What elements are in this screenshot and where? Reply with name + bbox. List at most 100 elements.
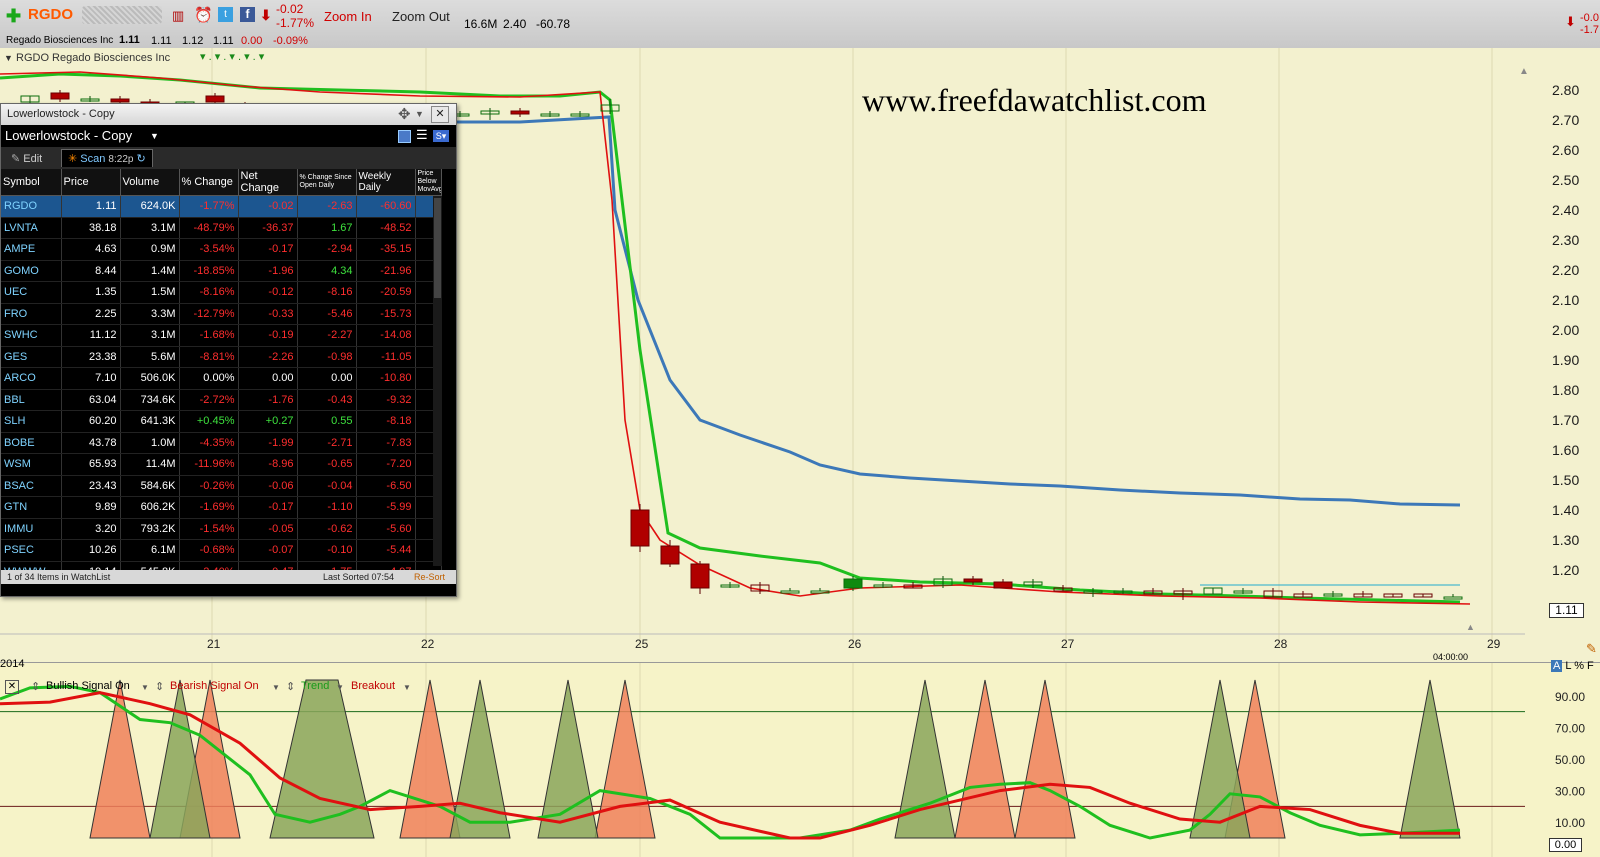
cell-price: 63.04: [61, 389, 121, 411]
watchlist-dropdown-icon[interactable]: ▼: [150, 131, 159, 141]
table-row[interactable]: LVNTA 38.18 3.1M -48.79% -36.37 1.67 -48.52: [1, 217, 442, 239]
refresh-icon[interactable]: ↻: [137, 153, 146, 165]
bearish-dropdown-icon[interactable]: ▼: [272, 683, 280, 692]
column-header-price[interactable]: Price: [61, 169, 121, 196]
facebook-icon[interactable]: f: [240, 7, 255, 22]
axis-mode-l[interactable]: L: [1565, 660, 1571, 672]
table-row[interactable]: WSM 65.93 11.4M -11.96% -8.96 -0.65 -7.20: [1, 453, 442, 476]
candle: [963, 578, 983, 583]
table-row[interactable]: SLH 60.20 641.3K +0.45% +0.27 0.55 -8.18: [1, 410, 442, 433]
axis-mode-a[interactable]: A: [1551, 660, 1563, 672]
table-row[interactable]: UEC 1.35 1.5M -8.16% -0.12 -8.16 -20.59: [1, 281, 442, 304]
cell-price: 4.63: [61, 238, 121, 261]
table-row[interactable]: GTN 9.89 606.2K -1.69% -0.17 -1.10 -5.99: [1, 496, 442, 519]
column-header-volume[interactable]: Volume: [120, 169, 180, 196]
table-row[interactable]: GES 23.38 5.6M -8.81% -2.26 -0.98 -11.05: [1, 346, 442, 368]
table-row[interactable]: AMPE 4.63 0.9M -3.54% -0.17 -2.94 -35.15: [1, 238, 442, 261]
indicator-pane: [0, 663, 1600, 857]
table-row[interactable]: GOMO 8.44 1.4M -18.85% -1.96 4.34 -21.96: [1, 260, 442, 282]
table-row[interactable]: IMMU 3.20 793.2K -1.54% -0.05 -0.62 -5.60: [1, 518, 442, 540]
axis-scroll-up-icon: ▲: [1519, 66, 1529, 77]
zoom-in-button[interactable]: Zoom In: [324, 9, 372, 24]
table-scrollbar[interactable]: [433, 196, 442, 566]
trend-move-icon[interactable]: ⇕: [286, 680, 295, 693]
symbol-input[interactable]: RGDO: [28, 6, 73, 23]
bullish-move-icon[interactable]: ⇕: [31, 680, 40, 693]
cell-net-change: +0.27: [238, 410, 298, 433]
cell-volume: 1.4M: [120, 260, 180, 282]
scan-icon: ✳: [68, 153, 78, 165]
table-row[interactable]: BOBE 43.78 1.0M -4.35% -1.99 -2.71 -7.83: [1, 432, 442, 454]
bullish-signal-label[interactable]: Bullish Signal On: [46, 680, 130, 692]
column-header-pct-change[interactable]: % Change: [179, 169, 239, 196]
tab-edit[interactable]: ✎ Edit: [5, 150, 48, 167]
legend-dots: ▾ . ▾ . ▾ . ▾ . ▾: [200, 51, 265, 63]
twitter-icon[interactable]: t: [218, 7, 233, 22]
watchlist-name[interactable]: Lowerlowstock - Copy: [5, 128, 132, 143]
column-header-weekly[interactable]: Weekly Daily: [356, 169, 416, 196]
breakout-label[interactable]: Breakout: [351, 680, 395, 692]
price-tick-label: 2.80: [1552, 82, 1579, 98]
cell-pct-change: -1.69%: [179, 496, 239, 519]
close-indicator-icon[interactable]: ✕: [5, 680, 19, 694]
cell-net-change: -0.02: [238, 195, 298, 218]
cell-pct-change: -0.68%: [179, 539, 239, 562]
pencil-icon[interactable]: ✎: [1586, 641, 1597, 657]
bearish-move-icon[interactable]: ⇕: [155, 680, 164, 693]
scan-settings-icon[interactable]: S▾: [433, 130, 449, 142]
resort-button[interactable]: Re-Sort: [414, 572, 445, 582]
cell-weekly: -15.73: [356, 303, 416, 325]
window-title: Lowerlowstock - Copy: [7, 108, 115, 120]
cell-volume: 11.4M: [120, 453, 180, 476]
column-header-symbol[interactable]: Symbol: [1, 169, 62, 196]
save-icon[interactable]: [398, 130, 411, 143]
alarm-clock-icon[interactable]: ⏰: [194, 6, 213, 24]
cell-symbol: ARCO: [1, 367, 62, 390]
axis-mode-pct[interactable]: %: [1574, 660, 1584, 672]
tab-scan[interactable]: ✳ Scan 8:22p ↻: [61, 149, 153, 167]
zoom-out-button[interactable]: Zoom Out: [392, 9, 450, 24]
indicator-tick-label: 50.00: [1555, 753, 1585, 767]
table-row[interactable]: BSAC 23.43 584.6K -0.26% -0.06 -0.04 -6.50: [1, 475, 442, 497]
table-row[interactable]: FRO 2.25 3.3M -12.79% -0.33 -5.46 -15.73: [1, 303, 442, 325]
cell-volume: 624.0K: [120, 195, 180, 218]
bullish-dropdown-icon[interactable]: ▼: [141, 683, 149, 692]
candle: [510, 110, 530, 115]
breakout-dropdown-icon[interactable]: ▼: [403, 683, 411, 692]
close-icon[interactable]: ✕: [431, 106, 449, 123]
axis-mode-f[interactable]: F: [1587, 660, 1594, 672]
chart-legend[interactable]: RGDO Regado Biosciences Inc: [16, 52, 170, 64]
watchlist-titlebar[interactable]: Lowerlowstock - Copy ✥ ▼ ✕: [1, 104, 456, 125]
cell-volume: 6.1M: [120, 539, 180, 562]
date-tick-label: 29: [1487, 637, 1501, 651]
table-row[interactable]: ARCO 7.10 506.0K 0.00% 0.00 0.00 -10.80: [1, 367, 442, 390]
table-row[interactable]: BBL 63.04 734.6K -2.72% -1.76 -0.43 -9.32: [1, 389, 442, 411]
trend-dropdown-icon[interactable]: ▼: [336, 683, 344, 692]
tab-scan-label: Scan: [80, 153, 106, 165]
company-name: Regado Biosciences Inc: [6, 35, 114, 46]
dropdown-icon[interactable]: ▼: [415, 109, 424, 119]
price-tick-label: 2.00: [1552, 322, 1579, 338]
cell-symbol: UEC: [1, 281, 62, 304]
cell-pct-change: -1.54%: [179, 518, 239, 540]
table-row[interactable]: PSEC 10.26 6.1M -0.68% -0.07 -0.10 -5.44: [1, 539, 442, 562]
move-icon[interactable]: ✥: [398, 105, 411, 123]
column-header-price-below[interactable]: Price Below MovAvg: [415, 169, 442, 196]
scrollbar-thumb[interactable]: [434, 198, 441, 298]
cell-pct-change: -11.96%: [179, 453, 239, 476]
trend-label[interactable]: Trend: [301, 680, 329, 692]
price-tick-label: 2.70: [1552, 112, 1579, 128]
cell-symbol: GOMO: [1, 260, 62, 282]
value1-readout: 2.40: [503, 17, 527, 31]
column-header-net-change[interactable]: Net Change: [238, 169, 298, 196]
menu-icon[interactable]: ☰: [416, 127, 428, 143]
price-tick-label: 2.60: [1552, 142, 1579, 158]
column-header-pct-since-open[interactable]: % Change Since Open Daily: [297, 169, 357, 196]
table-row[interactable]: SWHC 11.12 3.1M -1.68% -0.19 -2.27 -14.08: [1, 324, 442, 347]
bearish-signal-label[interactable]: Bearish Signal On: [170, 680, 259, 692]
add-icon[interactable]: ✚: [6, 6, 21, 27]
watchlist-window[interactable]: Lowerlowstock - Copy ✥ ▼ ✕ Lowerlowstock…: [0, 103, 457, 597]
table-row[interactable]: RGDO 1.11 624.0K -1.77% -0.02 -2.63 -60.60: [1, 195, 442, 218]
chart-type-icon[interactable]: ▥: [172, 8, 184, 24]
cell-pct-change: -18.85%: [179, 260, 239, 282]
